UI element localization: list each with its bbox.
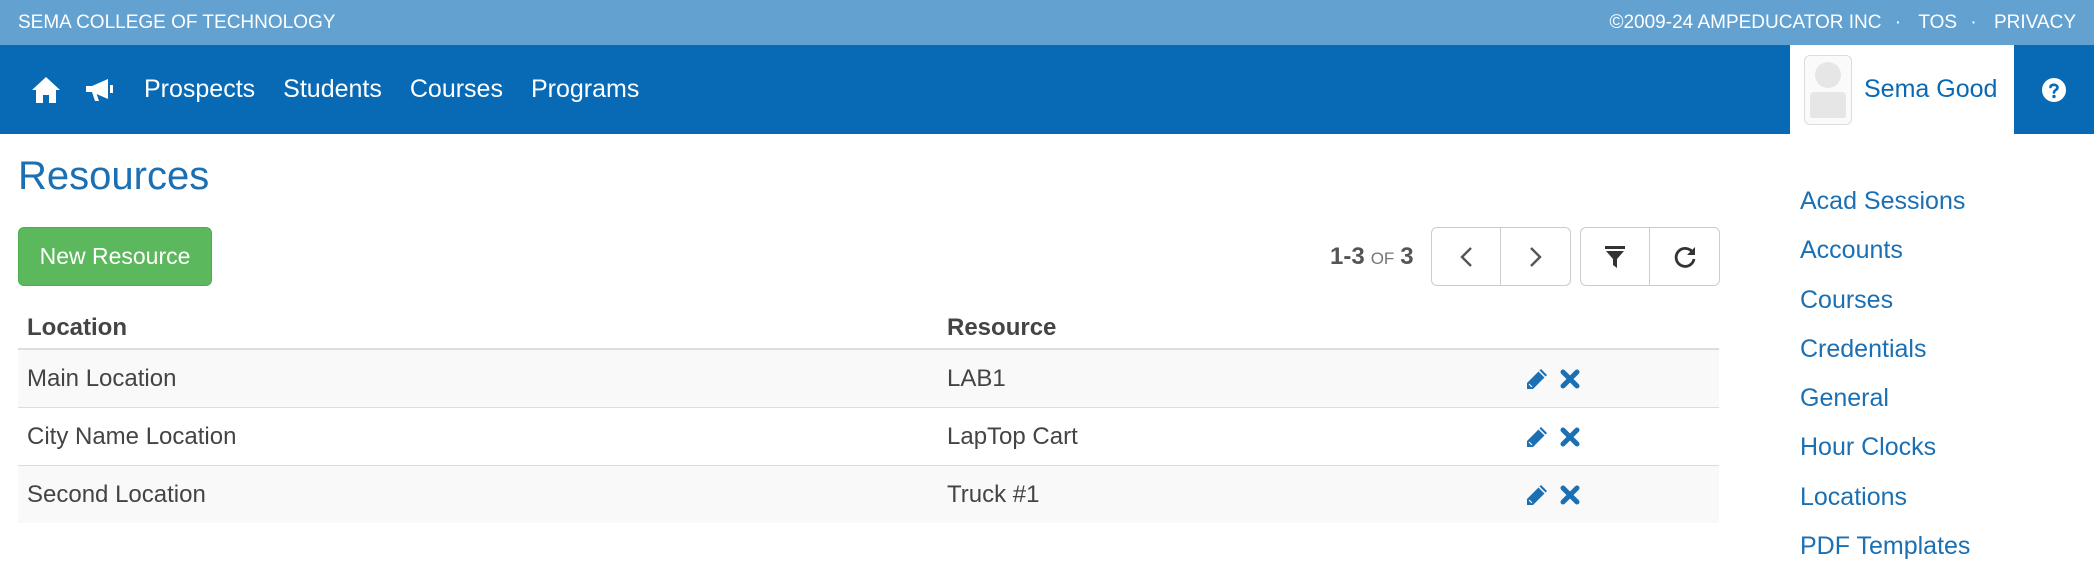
header-resource[interactable]: Resource (938, 308, 1516, 350)
filter-icon (1605, 245, 1625, 268)
nav-prospects[interactable]: Prospects (144, 75, 255, 104)
main-navbar: Prospects Students Courses Programs Sema… (0, 45, 2094, 134)
prev-page-button[interactable] (1431, 227, 1501, 286)
cell-location: Main Location (18, 348, 938, 408)
new-resource-button[interactable]: New Resource (18, 227, 212, 286)
nav-courses[interactable]: Courses (410, 75, 503, 104)
refresh-button[interactable] (1650, 227, 1720, 286)
cell-location: City Name Location (18, 407, 938, 466)
cell-resource: LAB1 (938, 348, 1516, 408)
avatar (1804, 54, 1852, 125)
pager-of: OF (1370, 249, 1395, 268)
pager-count: 1-3 OF 3 (1330, 243, 1414, 271)
pager-buttons (1431, 227, 1571, 286)
megaphone-icon[interactable] (80, 70, 120, 110)
sidebar-item-acad-sessions[interactable]: Acad Sessions (1800, 184, 1970, 233)
sidebar-item-general[interactable]: General (1800, 381, 1970, 430)
table-header-row: Location Resource (18, 308, 1719, 350)
nav-programs[interactable]: Programs (531, 75, 639, 104)
pager-range: 1-3 (1330, 243, 1365, 270)
footer-links: ©2009-24 AMPEDUCATOR INC · TOS · PRIVACY (1601, 12, 2076, 34)
chevron-left-icon (1460, 246, 1472, 267)
row-actions (1516, 407, 1719, 466)
pencil-icon[interactable] (1525, 367, 1549, 391)
close-icon[interactable] (1559, 484, 1581, 506)
cell-resource: Truck #1 (938, 465, 1516, 523)
pager-total: 3 (1400, 243, 1414, 270)
settings-sidebar: Acad Sessions Accounts Courses Credentia… (1800, 184, 1970, 578)
close-icon[interactable] (1559, 368, 1581, 390)
refresh-icon (1674, 246, 1695, 268)
filter-button[interactable] (1580, 227, 1650, 286)
cell-resource: LapTop Cart (938, 407, 1516, 466)
copyright-text: ©2009-24 AMPEDUCATOR INC (1609, 11, 1882, 33)
table-row: Second Location Truck #1 (18, 465, 1719, 523)
table-row: City Name Location LapTop Cart (18, 407, 1719, 466)
chevron-right-icon (1529, 246, 1542, 267)
pencil-icon[interactable] (1525, 425, 1549, 449)
user-menu[interactable]: Sema Good (1790, 45, 2014, 134)
close-icon[interactable] (1559, 426, 1581, 448)
sidebar-item-hour-clocks[interactable]: Hour Clocks (1800, 430, 1970, 479)
row-actions (1516, 465, 1719, 523)
row-actions (1516, 348, 1719, 408)
sidebar-item-accounts[interactable]: Accounts (1800, 233, 1970, 282)
sidebar-item-locations[interactable]: Locations (1800, 480, 1970, 529)
nav-students[interactable]: Students (283, 75, 382, 104)
cell-location: Second Location (18, 465, 938, 523)
home-icon[interactable] (26, 70, 66, 110)
next-page-button[interactable] (1501, 227, 1571, 286)
separator: · (1894, 11, 1902, 33)
user-name[interactable]: Sema Good (1864, 75, 1997, 104)
tos-link[interactable]: TOS (1918, 12, 1957, 33)
separator: · (1970, 11, 1977, 33)
privacy-link[interactable]: PRIVACY (1994, 12, 2076, 33)
header-location[interactable]: Location (18, 308, 938, 350)
table-row: Main Location LAB1 (18, 348, 1719, 408)
header-actions (1516, 308, 1719, 350)
resources-table: Location Resource Main Location LAB1 Cit… (18, 308, 1719, 523)
school-name: SEMA COLLEGE OF TECHNOLOGY (18, 11, 336, 33)
sidebar-item-courses[interactable]: Courses (1800, 283, 1970, 332)
page-title: Resources (18, 154, 210, 198)
question-circle-icon[interactable] (2026, 45, 2082, 134)
tool-buttons (1580, 227, 1720, 286)
pencil-icon[interactable] (1525, 483, 1549, 507)
top-info-bar: SEMA COLLEGE OF TECHNOLOGY ©2009-24 AMPE… (0, 0, 2094, 45)
sidebar-item-credentials[interactable]: Credentials (1800, 332, 1970, 381)
sidebar-item-pdf-templates[interactable]: PDF Templates (1800, 529, 1970, 578)
